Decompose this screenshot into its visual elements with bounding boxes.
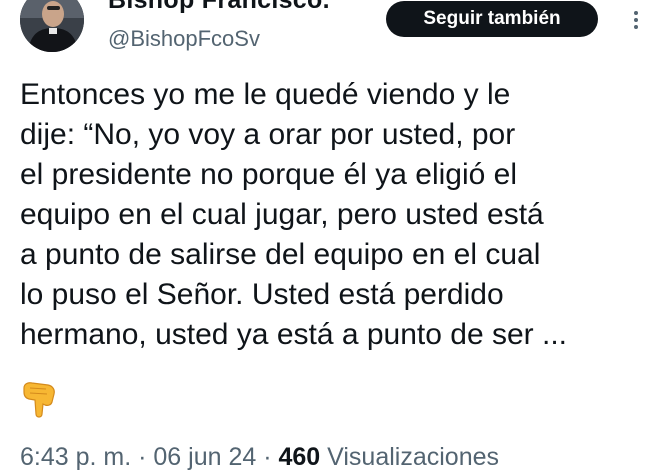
views-label: Visualizaciones bbox=[320, 443, 500, 471]
tweet-text: Entonces yo me le quedé viendo y le dije… bbox=[20, 75, 660, 355]
author-photo bbox=[20, 0, 84, 52]
avatar[interactable] bbox=[20, 0, 84, 52]
tweet-text-line: hermano, usted ya está a punto de ser ..… bbox=[20, 318, 568, 351]
views-count: 460 bbox=[278, 443, 321, 471]
tweet-text-line: a punto de salirse del equipo en el cual bbox=[20, 238, 541, 271]
author-handle[interactable]: @BishopFcoSv bbox=[108, 26, 260, 52]
author-display-name[interactable]: Bishop Francisco. bbox=[108, 0, 330, 15]
tweet-text-line: dije: “No, yo voy a orar por usted, por bbox=[20, 118, 516, 151]
tweet-meta: 6:43 p. m. · 06 jun 24 · 460 Visualizaci… bbox=[20, 443, 499, 472]
more-options-button[interactable] bbox=[624, 8, 648, 32]
follow-button[interactable]: Seguir también bbox=[386, 1, 598, 37]
tweet-text-line: lo puso el Señor. Usted está perdido bbox=[20, 278, 504, 311]
tweet-text-line: equipo en el cual jugar, pero usted está bbox=[20, 198, 544, 231]
meta-separator: · bbox=[256, 443, 279, 471]
pointing-down-hand-icon bbox=[20, 380, 58, 420]
more-vertical-icon bbox=[634, 11, 638, 29]
tweet-time[interactable]: 6:43 p. m. bbox=[20, 443, 131, 471]
follow-button-label: Seguir también bbox=[423, 8, 561, 29]
tweet-text-line: Entonces yo me le quedé viendo y le bbox=[20, 78, 511, 111]
tweet-text-line: el presidente no porque él ya eligió el bbox=[20, 158, 518, 191]
meta-separator: · bbox=[131, 443, 154, 471]
tweet-date[interactable]: 06 jun 24 bbox=[153, 443, 256, 471]
